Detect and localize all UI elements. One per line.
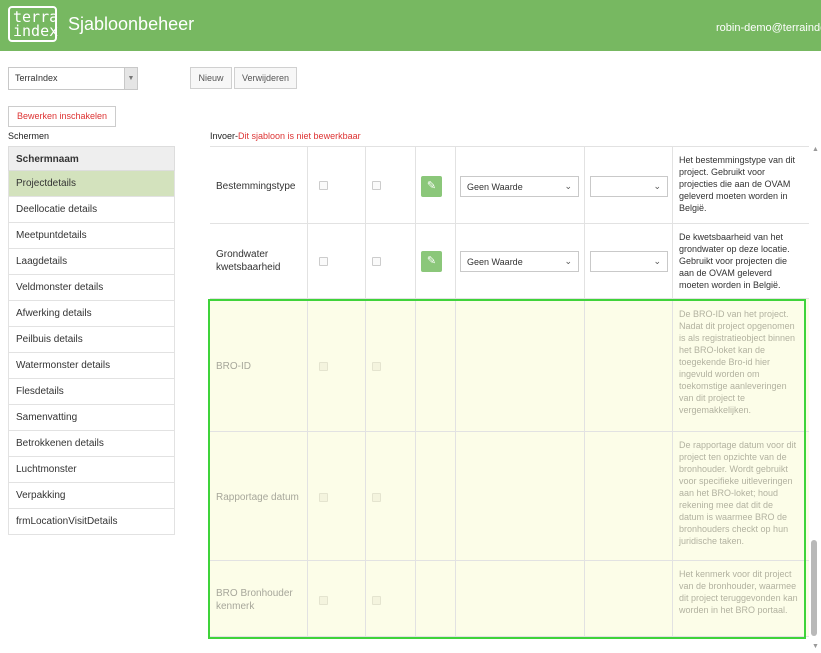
screen-item[interactable]: Veldmonster details: [8, 275, 175, 301]
app-title: Sjabloonbeheer: [68, 14, 195, 34]
screen-item[interactable]: Watermonster details: [8, 353, 175, 379]
screen-item[interactable]: Deellocatie details: [8, 197, 175, 223]
table-row: Grondwater kwetsbaarheid ✎ Geen Waarde ⌄ …: [210, 224, 809, 299]
screen-item[interactable]: Laagdetails: [8, 249, 175, 275]
field-description: Het bestemmingstype van dit project. Geb…: [679, 155, 796, 213]
organisation-select[interactable]: TerraIndex ▼: [8, 67, 138, 90]
screen-item[interactable]: Meetpuntdetails: [8, 223, 175, 249]
screens-label: Schermen: [8, 131, 50, 141]
screen-item[interactable]: Betrokkenen details: [8, 431, 175, 457]
visible-checkbox[interactable]: [319, 257, 328, 266]
scroll-down-icon[interactable]: ▼: [812, 643, 819, 650]
screen-name-column-header: Schermnaam: [8, 146, 175, 171]
screen-item[interactable]: Peilbuis details: [8, 327, 175, 353]
screen-item[interactable]: Flesdetails: [8, 379, 175, 405]
input-label-prefix: Invoer-: [210, 131, 239, 141]
screen-item[interactable]: Verpakking: [8, 483, 175, 509]
table-row: Bestemmingstype ✎ Geen Waarde ⌄ ⌄ Het bes…: [210, 146, 809, 224]
screen-item[interactable]: frmLocationVisitDetails: [8, 509, 175, 535]
input-label: Invoer-Dit sjabloon is niet bewerkbaar: [210, 131, 361, 141]
visible-checkbox[interactable]: [319, 181, 328, 190]
scrollbar-thumb[interactable]: [811, 540, 817, 636]
pencil-icon[interactable]: ✎: [421, 251, 442, 272]
screen-item[interactable]: Afwerking details: [8, 301, 175, 327]
secondary-dropdown[interactable]: ⌄: [590, 251, 668, 272]
chevron-down-icon: ⌄: [653, 181, 661, 191]
field-name: Bestemmingstype: [216, 181, 296, 192]
required-checkbox[interactable]: [372, 257, 381, 266]
chevron-down-icon: ⌄: [564, 256, 572, 266]
required-checkbox[interactable]: [372, 181, 381, 190]
highlighted-disabled-fields: [208, 299, 806, 639]
field-description: De kwetsbaarheid van het grondwater op d…: [679, 232, 790, 290]
field-name: Grondwater kwetsbaarheid: [216, 249, 281, 273]
terraindex-logo[interactable]: terra index: [8, 6, 59, 42]
screen-item[interactable]: Luchtmonster: [8, 457, 175, 483]
secondary-dropdown[interactable]: ⌄: [590, 176, 668, 197]
new-button[interactable]: Nieuw: [190, 67, 232, 89]
user-account-link[interactable]: robin-demo@terrainde: [716, 22, 821, 34]
top-bar: terra index Sjabloonbeheer robin-demo@te…: [0, 0, 821, 51]
chevron-down-icon: ⌄: [564, 181, 572, 191]
logo-text-bottom: index: [13, 22, 59, 40]
scroll-up-icon[interactable]: ▲: [812, 146, 819, 153]
select-arrow-icon: ▼: [124, 68, 137, 89]
default-value-dropdown-value: Geen Waarde: [467, 182, 523, 192]
not-editable-warning: Dit sjabloon is niet bewerkbaar: [238, 131, 361, 141]
organisation-select-value: TerraIndex: [15, 73, 58, 83]
default-value-dropdown[interactable]: Geen Waarde ⌄: [460, 251, 579, 272]
screen-item[interactable]: Projectdetails: [8, 171, 175, 197]
screens-list: Schermnaam Projectdetails Deellocatie de…: [8, 146, 175, 535]
chevron-down-icon: ⌄: [653, 256, 661, 266]
default-value-dropdown-value: Geen Waarde: [467, 257, 523, 267]
pencil-icon[interactable]: ✎: [421, 176, 442, 197]
default-value-dropdown[interactable]: Geen Waarde ⌄: [460, 176, 579, 197]
screen-item[interactable]: Samenvatting: [8, 405, 175, 431]
table-scrollbar[interactable]: ▲ ▼: [809, 146, 821, 653]
enable-editing-button[interactable]: Bewerken inschakelen: [8, 106, 116, 127]
delete-button[interactable]: Verwijderen: [234, 67, 297, 89]
